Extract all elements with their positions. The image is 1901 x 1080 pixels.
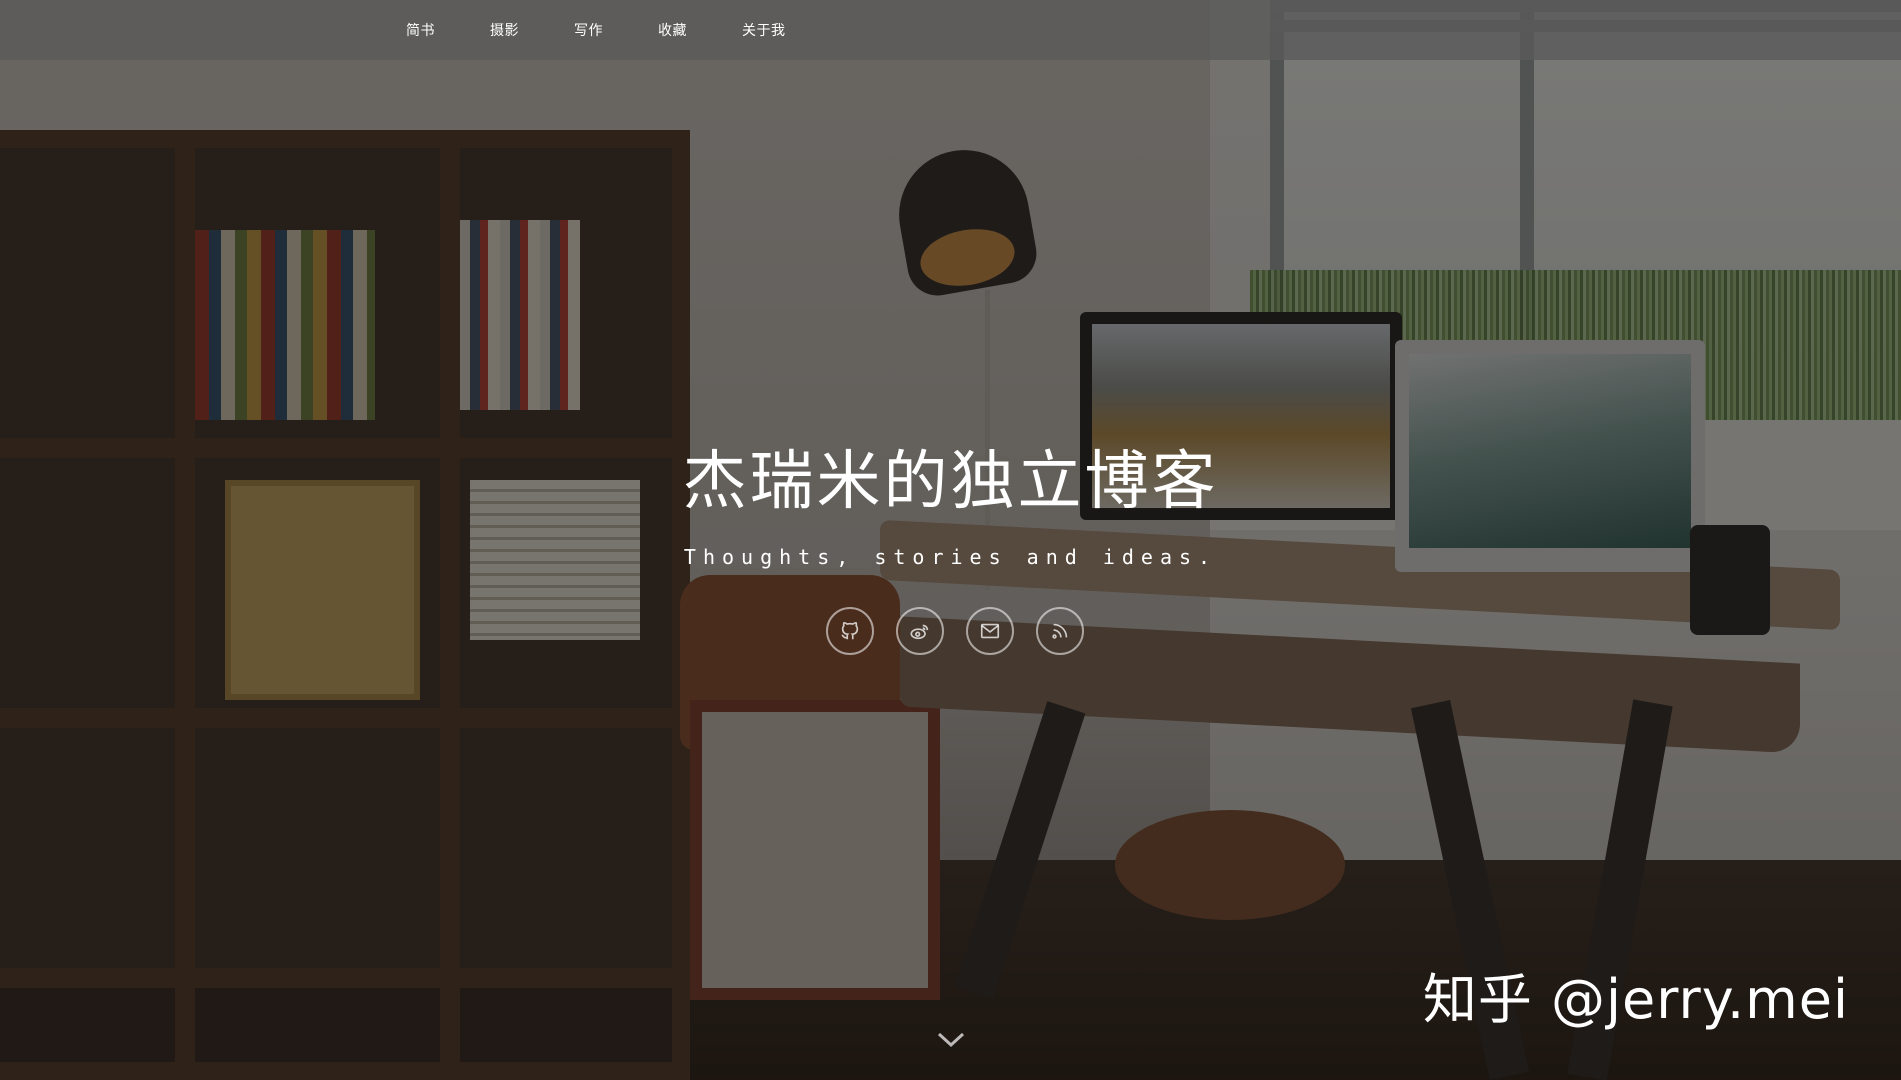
github-icon <box>841 621 859 640</box>
weibo-link[interactable] <box>896 607 944 655</box>
nav-item-writing[interactable]: 写作 <box>574 20 603 40</box>
nav-item-jianshu[interactable]: 简书 <box>406 20 435 40</box>
chevron-down-icon <box>937 1032 965 1048</box>
github-link[interactable] <box>826 607 874 655</box>
nav-item-photography[interactable]: 摄影 <box>490 20 519 40</box>
weibo-icon <box>910 624 929 640</box>
hero-section: 简书 摄影 写作 收藏 关于我 杰瑞米的独立博客 Thoughts, stori… <box>0 0 1901 1080</box>
scroll-down-button[interactable] <box>933 1028 969 1052</box>
nav-item-favorites[interactable]: 收藏 <box>658 20 687 40</box>
site-subtitle: Thoughts, stories and ideas. <box>683 545 1218 569</box>
rss-link[interactable] <box>1036 607 1084 655</box>
nav-list: 简书 摄影 写作 收藏 关于我 <box>406 0 841 60</box>
mail-icon <box>980 623 1000 639</box>
site-title: 杰瑞米的独立博客 <box>682 445 1219 519</box>
watermark-text: 知乎 @jerry.mei <box>1422 968 1849 1031</box>
dark-overlay <box>0 0 1901 1080</box>
nav-item-about[interactable]: 关于我 <box>742 20 786 40</box>
social-links <box>826 607 1106 655</box>
top-navbar: 简书 摄影 写作 收藏 关于我 <box>0 0 1901 60</box>
rss-icon <box>1052 623 1068 639</box>
mail-link[interactable] <box>966 607 1014 655</box>
